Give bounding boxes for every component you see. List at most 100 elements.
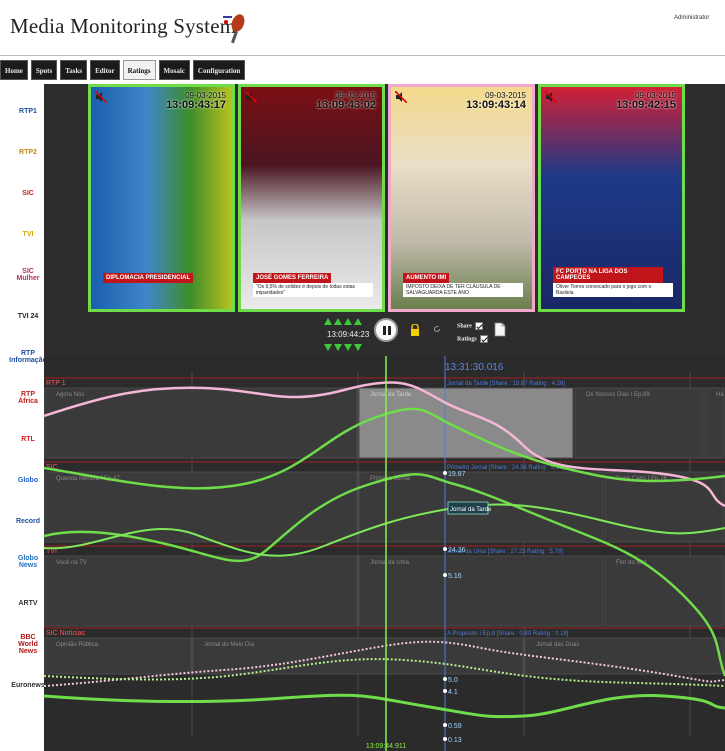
channel-logo-record[interactable]: Record xyxy=(14,508,42,534)
cursor-time: 13:31:30.016 xyxy=(445,362,504,373)
channel-logo-sic[interactable]: SIC xyxy=(14,180,42,206)
channel-logo-rtp1[interactable]: RTP1 xyxy=(14,98,42,124)
tooltip-text: Jornal da Tarde xyxy=(450,507,492,513)
microphone-logo-icon xyxy=(223,14,245,44)
video-tile[interactable]: 09-03-2015 13:09:43:17 DIPLOMACIA PRESIDEN… xyxy=(88,84,235,312)
value-dot xyxy=(443,471,447,475)
slow-down-arrows-icon[interactable] xyxy=(320,342,370,354)
tab-ratings[interactable]: Ratings xyxy=(122,60,156,80)
playhead-time: 13:09:44.911 xyxy=(366,743,406,750)
value-dot xyxy=(443,737,447,741)
video-tile[interactable]: 09-03-2015 13:09:43:02 JOSÉ GOMES FERREIRA… xyxy=(238,84,385,312)
program-block[interactable] xyxy=(704,387,725,459)
share-label: Share xyxy=(457,323,472,330)
value-label: 5.16 xyxy=(448,573,462,580)
program-block[interactable] xyxy=(44,387,358,459)
mute-icon[interactable] xyxy=(95,91,107,103)
program-block[interactable] xyxy=(574,387,704,459)
tab-tasks[interactable]: Tasks xyxy=(60,60,88,80)
program-label: Jornal das Duas xyxy=(536,642,579,648)
channel-logo-sic-mulher[interactable]: SIC Mulher xyxy=(14,262,42,288)
mute-icon[interactable] xyxy=(545,91,557,103)
user-name[interactable]: Administrator xyxy=(674,15,709,21)
ratings-timeline[interactable]: RTP 1 Jornal da Tarde [Share : 19.87 Rati… xyxy=(44,356,725,751)
value-label: 4.1 xyxy=(448,689,458,696)
header-divider xyxy=(0,55,725,56)
program-block[interactable] xyxy=(358,387,574,459)
main-panel: 09-03-2015 13:09:43:17 DIPLOMACIA PRESIDEN… xyxy=(44,84,725,751)
value-label: 0.59 xyxy=(448,723,462,730)
program-label: Há Tanto xyxy=(716,392,725,398)
program-label: Jornal da Tarde xyxy=(370,392,412,398)
tile-timecode: 13:09:42:15 xyxy=(616,99,676,111)
program-block[interactable] xyxy=(358,555,604,627)
tile-timecode: 13:09:43:02 xyxy=(316,99,376,111)
news-headline: FC PORTO NA LIGA DOS CAMPEÕES xyxy=(553,267,663,283)
channel-logo-tvi[interactable]: TVI xyxy=(14,221,42,247)
video-tile[interactable]: 09-03-2015 13:09:43:14 AUMENTO IMI IMPOSTO … xyxy=(388,84,535,312)
share-checkbox-row[interactable]: Share xyxy=(457,322,483,330)
row-program-header: Jornal da Tarde [Share : 19.87 Rating : … xyxy=(447,381,565,387)
channel-logo-euronews[interactable]: Euronews xyxy=(11,672,44,698)
channel-logo-globo[interactable]: Globo xyxy=(14,467,42,493)
ratings-label: Ratings xyxy=(457,336,477,343)
tile-timecode: 13:09:43:17 xyxy=(166,99,226,111)
channel-logo-rtp-frica[interactable]: RTP África xyxy=(14,385,42,411)
lock-icon[interactable] xyxy=(410,324,420,336)
speed-up-arrows-icon[interactable] xyxy=(320,316,370,328)
ratings-checkbox-row[interactable]: Ratings xyxy=(457,335,488,343)
channel-sidebar: RTP1 RTP2 SIC TVI SIC Mulher TVI 24 RTP Inform… xyxy=(9,86,47,751)
app-title: Media Monitoring System xyxy=(10,14,237,38)
refresh-icon[interactable] xyxy=(433,325,441,333)
news-subline: IMPOSTO DEIXA DE TER CLÁUSULA DE SALVAGU… xyxy=(403,283,523,297)
tab-spots[interactable]: Spots xyxy=(30,60,58,80)
share-checkbox[interactable] xyxy=(474,322,483,330)
playback-clock: 13:09:44:23 xyxy=(327,330,370,339)
row-program-header: A Propósito I Ep.8 [Share : 0.80 Rating … xyxy=(447,631,569,637)
video-tile[interactable]: 09-03-2015 13:09:42:15 FC PORTO NA LIGA DO… xyxy=(538,84,685,312)
news-subline: Oliver Torres convocado para o jogo com … xyxy=(553,283,673,297)
value-dot xyxy=(443,547,447,551)
tab-mosaic[interactable]: Mosaic xyxy=(158,60,190,80)
channel-logo-globo-news[interactable]: Globo News xyxy=(14,549,42,575)
mute-icon[interactable] xyxy=(245,91,257,103)
tab-bar: Home Spots Tasks Editor Ratings Mosaic Configu… xyxy=(0,60,246,82)
channel-logo-artv[interactable]: ARTV xyxy=(14,590,42,616)
value-dot xyxy=(443,573,447,577)
program-block[interactable] xyxy=(604,555,725,627)
news-headline: JOSÉ GOMES FERREIRA xyxy=(253,273,332,283)
value-label: 24.36 xyxy=(448,547,466,554)
value-dot xyxy=(443,677,447,681)
tab-home[interactable]: Home xyxy=(0,60,28,80)
tile-timecode: 13:09:43:14 xyxy=(466,99,526,111)
app-window: Media Monitoring System Administrator Ho… xyxy=(0,0,725,751)
pause-button[interactable] xyxy=(374,318,398,342)
value-label: 5.0 xyxy=(448,677,458,684)
channel-logo-rtl[interactable]: RTL xyxy=(14,426,42,452)
header: Media Monitoring System Administrator xyxy=(0,0,725,56)
news-subline: "Os 9,5% de solidez é depois de todas es… xyxy=(253,283,373,297)
export-document-icon[interactable] xyxy=(494,322,506,337)
tab-configuration[interactable]: Configuration xyxy=(192,60,246,80)
channel-logo-rtp-informa-o[interactable]: RTP Informação xyxy=(9,344,47,370)
tab-editor[interactable]: Editor xyxy=(90,60,120,80)
program-label: Opinião Pública xyxy=(56,642,99,648)
program-label: Jornal da Uma xyxy=(370,560,410,566)
news-headline: AUMENTO IMI xyxy=(403,273,450,283)
program-label: Jornal do Meio Dia xyxy=(204,642,255,648)
ratings-checkbox[interactable] xyxy=(479,335,488,343)
news-headline: DIPLOMACIA PRESIDENCIAL xyxy=(103,273,194,283)
value-dot xyxy=(443,723,447,727)
mute-icon[interactable] xyxy=(395,91,407,103)
channel-logo-bbc-world-news[interactable]: BBC World News xyxy=(14,631,42,657)
program-label: Agora Nós xyxy=(56,392,84,398)
value-label: 19.87 xyxy=(448,471,466,478)
channel-logo-rtp2[interactable]: RTP2 xyxy=(14,139,42,165)
program-block[interactable] xyxy=(44,555,358,627)
channel-logo-tvi-24[interactable]: TVI 24 xyxy=(14,303,42,329)
program-label: Você na TV xyxy=(56,560,87,566)
playback-controls: 13:09:44:23 Share Ratings xyxy=(320,316,580,356)
row-channel-label: SIC Notícias xyxy=(46,630,85,637)
value-dot xyxy=(443,689,447,693)
program-label: Os Nossos Dias I Ep.89 xyxy=(586,392,650,398)
